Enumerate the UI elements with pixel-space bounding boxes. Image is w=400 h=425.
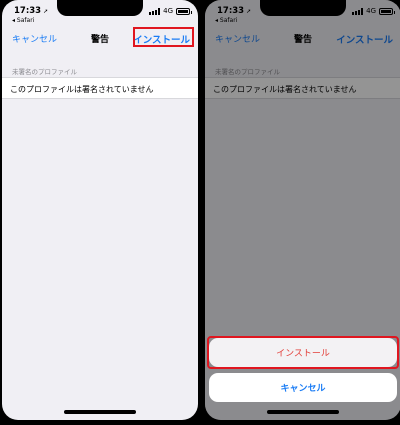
battery-icon bbox=[176, 7, 192, 15]
network-type: 4G bbox=[366, 7, 376, 15]
location-arrow-icon: ➚ bbox=[43, 8, 49, 15]
section-header: 未署名のプロファイル bbox=[12, 68, 77, 76]
signal-icon bbox=[352, 7, 364, 15]
navigation-bar: キャンセル 警告 インストール bbox=[2, 25, 198, 51]
install-highlight-outline bbox=[133, 27, 194, 47]
location-arrow-icon: ➚ bbox=[246, 8, 252, 15]
sheet-cancel-button[interactable]: キャンセル bbox=[209, 373, 397, 402]
status-time: 17:33 bbox=[14, 6, 42, 16]
phone-screen-before: 17:33 ➚ ◂ Safari 4G キャンセル 警告 インストール 未署名のプ… bbox=[2, 0, 198, 420]
battery-icon bbox=[379, 7, 395, 15]
back-to-safari-link[interactable]: ◂ Safari bbox=[12, 17, 34, 24]
device-notch bbox=[57, 0, 143, 16]
home-indicator[interactable] bbox=[267, 410, 339, 414]
back-to-safari-link[interactable]: ◂ Safari bbox=[215, 17, 237, 24]
profile-message: このプロファイルは署名されていません bbox=[10, 85, 154, 94]
device-notch bbox=[260, 0, 346, 16]
phone-screen-after: 17:33 ➚ ◂ Safari 4G キャンセル 警告 インストール 未署名のプ… bbox=[205, 0, 400, 420]
status-time: 17:33 bbox=[217, 6, 245, 16]
profile-message-cell: このプロファイルは署名されていません bbox=[2, 77, 198, 99]
signal-icon bbox=[149, 7, 161, 15]
install-highlight-outline bbox=[207, 336, 399, 369]
home-indicator[interactable] bbox=[64, 410, 136, 414]
network-type: 4G bbox=[163, 7, 173, 15]
